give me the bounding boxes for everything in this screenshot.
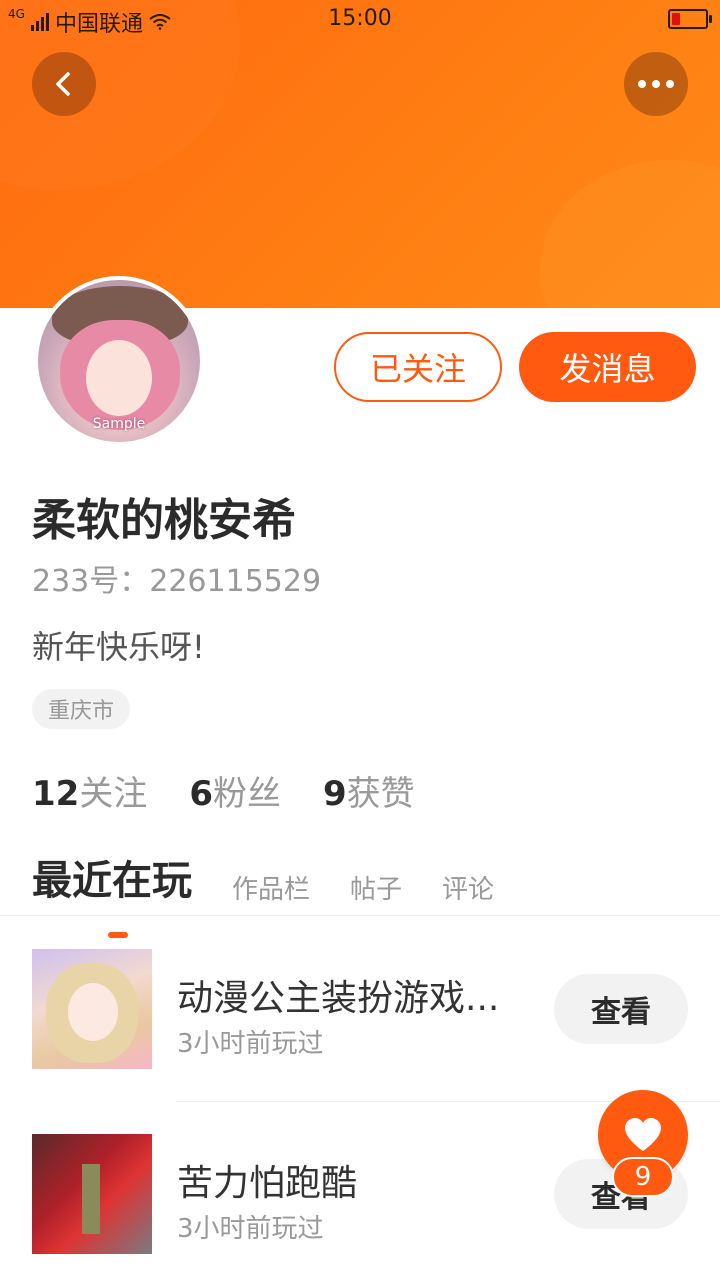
stat-label: 获赞 — [346, 774, 415, 814]
more-icon — [638, 80, 674, 88]
heart-icon — [625, 1118, 661, 1151]
clock: 15:00 — [328, 6, 392, 31]
stat-label: 关注 — [79, 774, 148, 814]
more-button[interactable] — [624, 52, 688, 116]
banner-decoration — [540, 160, 720, 308]
profile-stats: 12关注 6粉丝 9获赞 — [32, 766, 415, 815]
game-title: 苦力怕跑酷 — [177, 1163, 358, 1204]
list-item[interactable]: 动漫公主装扮游戏... 3小时前玩过 查看 — [0, 949, 720, 1069]
tab-comments[interactable]: 评论 — [442, 869, 494, 910]
like-count-badge: 9 — [612, 1157, 674, 1197]
stat-label: 粉丝 — [213, 774, 281, 814]
stat-number: 9 — [323, 774, 347, 814]
back-button[interactable] — [32, 52, 96, 116]
stat-likes[interactable]: 9获赞 — [323, 766, 415, 815]
game-thumbnail — [32, 949, 152, 1069]
game-played-time: 3小时前玩过 — [177, 1029, 324, 1059]
profile-banner — [0, 0, 720, 308]
back-icon — [56, 72, 70, 96]
location-tag: 重庆市 — [32, 689, 131, 729]
divider — [0, 915, 720, 916]
profile-id: 233号：226115529 — [32, 564, 322, 599]
stat-followers[interactable]: 6粉丝 — [189, 766, 281, 815]
profile-bio: 新年快乐呀! — [32, 628, 205, 666]
avatar-watermark: Sample — [92, 416, 146, 432]
avatar-image: Sample — [38, 280, 200, 442]
stat-following[interactable]: 12关注 — [32, 766, 147, 815]
tab-recently-played[interactable]: 最近在玩 — [32, 848, 192, 938]
profile-tabs: 最近在玩 作品栏 帖子 评论 — [32, 848, 534, 938]
game-title: 动漫公主装扮游戏... — [177, 978, 500, 1019]
battery-icon — [668, 9, 712, 29]
profile-name: 柔软的桃安希 — [32, 495, 296, 546]
tab-works[interactable]: 作品栏 — [232, 869, 310, 910]
send-message-button[interactable]: 发消息 — [519, 332, 696, 402]
tab-posts[interactable]: 帖子 — [350, 869, 402, 910]
game-played-time: 3小时前玩过 — [177, 1214, 324, 1244]
following-button[interactable]: 已关注 — [334, 332, 502, 402]
avatar[interactable]: Sample — [34, 276, 204, 446]
stat-number: 6 — [189, 774, 213, 814]
stat-number: 12 — [32, 774, 80, 814]
view-button[interactable]: 查看 — [554, 974, 688, 1044]
status-bar: 4G 中国联通 15:00 — [0, 0, 720, 40]
game-thumbnail — [32, 1134, 152, 1254]
